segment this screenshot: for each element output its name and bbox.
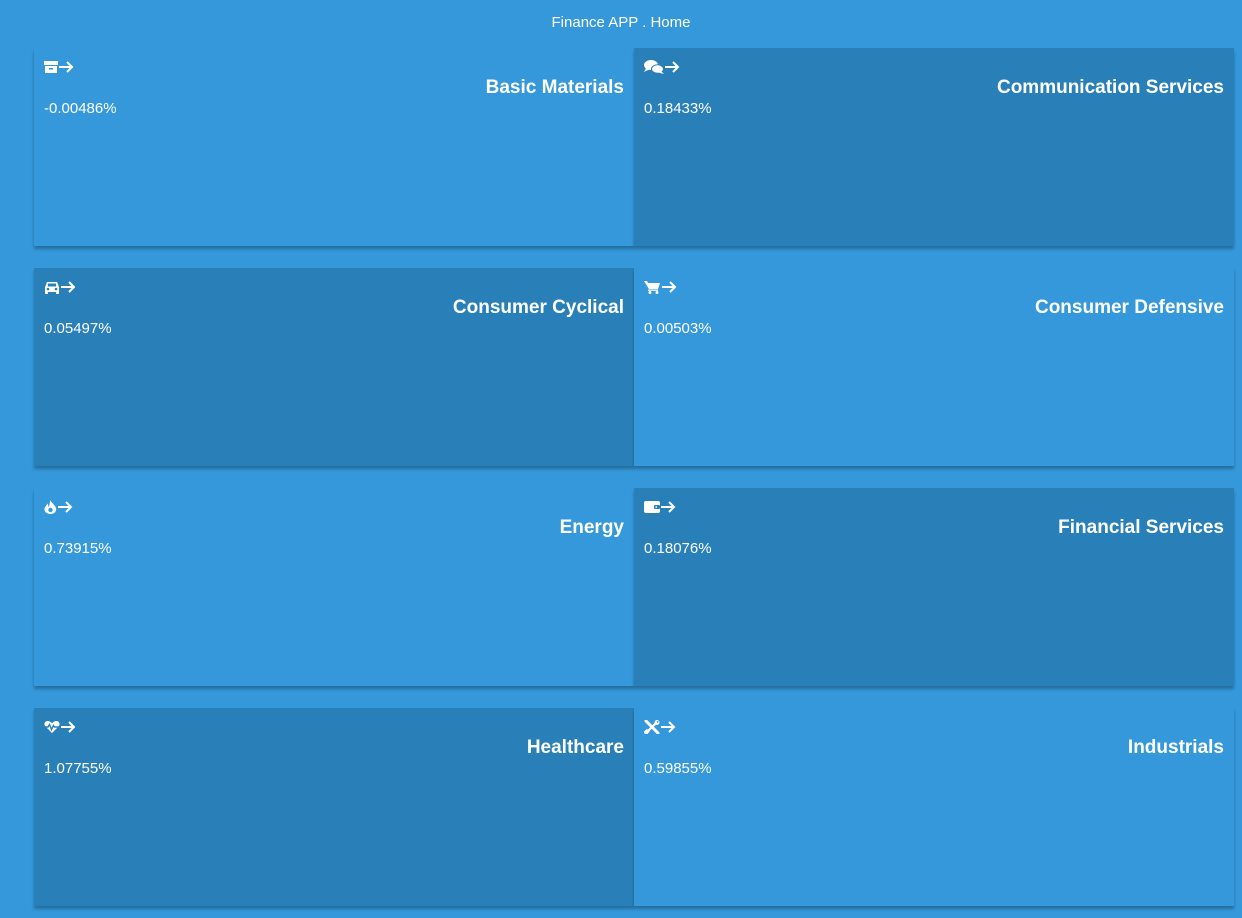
arrow-right-icon (59, 61, 74, 73)
sector-name: Financial Services (1058, 517, 1224, 538)
sector-name: Basic Materials (485, 77, 624, 98)
sector-change: 0.00503% (644, 320, 712, 337)
sector-change: -0.00486% (44, 100, 117, 117)
arrow-right-icon (661, 721, 676, 733)
app-header: Finance APP . Home (0, 0, 1242, 46)
arrow-right-icon (61, 721, 76, 733)
sector-tile-basic-materials[interactable]: Basic Materials -0.00486% (34, 48, 634, 246)
sector-name: Communication Services (996, 77, 1224, 98)
sector-change: 0.18076% (644, 540, 712, 557)
wallet-icon (644, 501, 660, 513)
sector-tile-healthcare[interactable]: Healthcare 1.07755% (34, 708, 634, 906)
sector-name: Consumer Cyclical (452, 297, 624, 318)
sector-change: 0.05497% (44, 320, 112, 337)
sector-tile-consumer-cyclical[interactable]: Consumer Cyclical 0.05497% (34, 268, 634, 466)
sector-tile-consumer-defensive[interactable]: Consumer Defensive 0.00503% (634, 268, 1234, 466)
sector-name: Healthcare (526, 737, 624, 758)
sector-change: 0.59855% (644, 760, 712, 777)
page-title: Finance APP . Home (551, 14, 691, 31)
arrow-right-icon (665, 61, 680, 73)
sector-tile-energy[interactable]: Energy 0.73915% (34, 488, 634, 686)
heartbeat-icon (44, 721, 60, 733)
arrow-right-icon (58, 501, 73, 513)
sector-change: 1.07755% (44, 760, 112, 777)
sector-grid: Basic Materials -0.00486% Communication … (34, 48, 1234, 906)
sector-name: Consumer Defensive (1034, 297, 1224, 318)
arrow-right-icon (662, 281, 677, 293)
arrow-right-icon (61, 281, 76, 293)
arrow-right-icon (661, 501, 676, 513)
tools-icon (644, 720, 660, 734)
box-icon (44, 61, 58, 73)
comments-icon (644, 60, 664, 74)
sector-change: 0.18433% (644, 100, 712, 117)
sector-tile-financial-services[interactable]: Financial Services 0.18076% (634, 488, 1234, 686)
car-icon (45, 282, 59, 294)
sector-change: 0.73915% (44, 540, 112, 557)
sector-tile-communication-services[interactable]: Communication Services 0.18433% (634, 48, 1234, 246)
fire-icon (44, 500, 57, 514)
sector-tile-industrials[interactable]: Industrials 0.59855% (634, 708, 1234, 906)
sector-name: Energy (559, 517, 624, 538)
sector-name: Industrials (1127, 737, 1224, 758)
shopping-cart-icon (644, 281, 660, 294)
